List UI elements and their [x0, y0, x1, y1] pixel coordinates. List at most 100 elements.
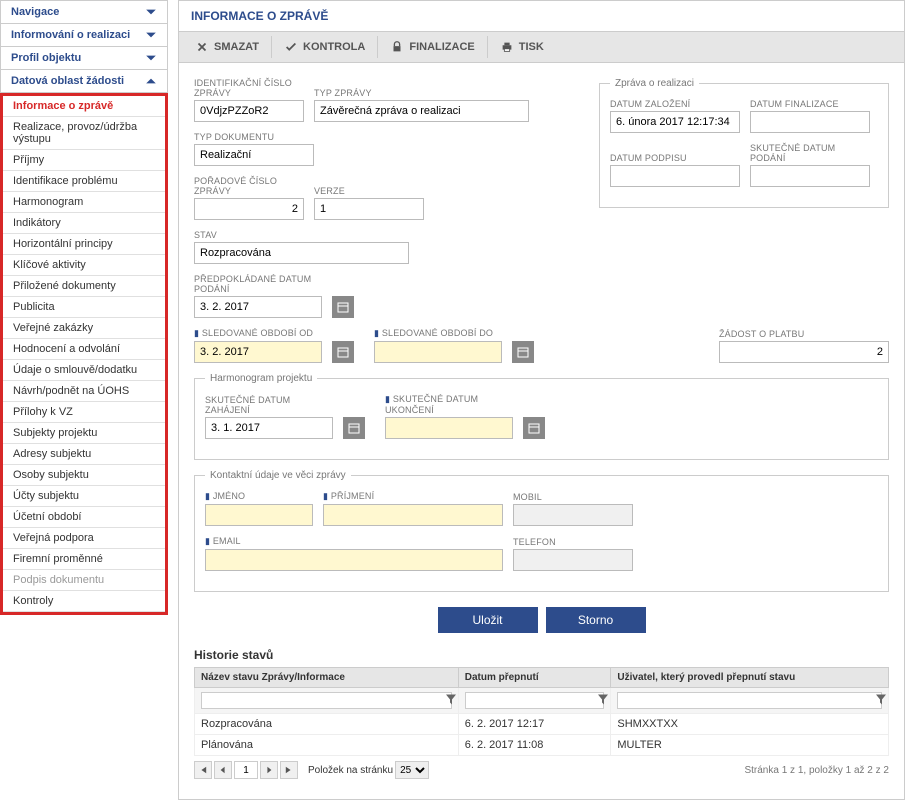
filter-uzivatel[interactable] [617, 692, 882, 709]
menu-prilozene-dokumenty[interactable]: Přiložené dokumenty [3, 276, 165, 297]
filter-icon[interactable] [876, 694, 886, 707]
id-label: IDENTIFIKAČNÍ ČÍSLO ZPRÁVY [194, 78, 304, 98]
pager-prev-button[interactable] [214, 761, 232, 779]
page-title: INFORMACE O ZPRÁVĚ [178, 0, 905, 31]
zalozeni-label: DATUM ZALOŽENÍ [610, 99, 740, 109]
predpokl-calendar-button[interactable] [332, 296, 354, 318]
chevron-down-icon [145, 6, 157, 18]
filter-datum[interactable] [465, 692, 605, 709]
zadost-platbu-label: ŽÁDOST O PLATBU [719, 329, 889, 339]
tisk-button[interactable]: TISK [488, 36, 556, 58]
zahajeni-label: SKUTEČNÉ DATUM ZAHÁJENÍ [205, 395, 333, 415]
pager-first-button[interactable] [194, 761, 212, 779]
finalizace-input[interactable] [750, 111, 870, 133]
prijmeni-input[interactable] [323, 504, 503, 526]
menu-horizontalni[interactable]: Horizontální principy [3, 234, 165, 255]
menu-subjekty[interactable]: Subjekty projektu [3, 423, 165, 444]
kontrola-button[interactable]: KONTROLA [272, 36, 378, 58]
ukonceni-input[interactable] [385, 417, 513, 439]
telefon-label: TELEFON [513, 537, 633, 547]
finalizace-label: DATUM FINALIZACE [750, 99, 870, 109]
smazat-button[interactable]: SMAZAT [183, 36, 272, 58]
chevron-down-icon [145, 52, 157, 64]
predpokl-input[interactable] [194, 296, 322, 318]
nav-section-label: Profil objektu [11, 52, 81, 64]
nav-section-datova[interactable]: Datová oblast žádosti [0, 70, 168, 93]
nav-section-navigace[interactable]: Navigace [0, 0, 168, 24]
calendar-icon [517, 346, 529, 358]
skut-podani-label: SKUTEČNÉ DATUM PODÁNÍ [750, 143, 870, 163]
menu-indikatory[interactable]: Indikátory [3, 213, 165, 234]
kontakt-legend: Kontaktní údaje ve věci zprávy [205, 470, 351, 481]
menu-prijmy[interactable]: Příjmy [3, 150, 165, 171]
menu-osoby[interactable]: Osoby subjektu [3, 465, 165, 486]
menu-kontroly[interactable]: Kontroly [3, 591, 165, 612]
telefon-input[interactable] [513, 549, 633, 571]
pager-page-input[interactable] [234, 761, 258, 779]
menu-firemni-promenne[interactable]: Firemní proměnné [3, 549, 165, 570]
id-input[interactable] [194, 100, 304, 122]
stav-input[interactable] [194, 242, 409, 264]
table-row[interactable]: Plánována 6. 2. 2017 11:08 MULTER [195, 735, 889, 756]
nav-section-informovani[interactable]: Informování o realizaci [0, 24, 168, 47]
menu-harmonogram[interactable]: Harmonogram [3, 192, 165, 213]
ukonceni-calendar-button[interactable] [523, 417, 545, 439]
zadost-platbu-input[interactable] [719, 341, 889, 363]
stav-label: STAV [194, 230, 409, 240]
col-nazev[interactable]: Název stavu Zprávy/Informace [195, 668, 459, 688]
menu-prilohy-vz[interactable]: Přílohy k VZ [3, 402, 165, 423]
verze-input[interactable] [314, 198, 424, 220]
menu-verejne-zakazky[interactable]: Veřejné zakázky [3, 318, 165, 339]
zahajeni-input[interactable] [205, 417, 333, 439]
save-button[interactable]: Uložit [438, 607, 538, 633]
typ-dok-input[interactable] [194, 144, 314, 166]
harmonogram-box: Harmonogram projektu SKUTEČNÉ DATUM ZAHÁ… [194, 373, 889, 460]
filter-nazev[interactable] [201, 692, 452, 709]
menu-hodnoceni[interactable]: Hodnocení a odvolání [3, 339, 165, 360]
col-uzivatel[interactable]: Uživatel, který provedl přepnutí stavu [611, 668, 889, 688]
jmeno-input[interactable] [205, 504, 313, 526]
menu-ucty[interactable]: Účty subjektu [3, 486, 165, 507]
menu-adresy[interactable]: Adresy subjektu [3, 444, 165, 465]
menu-ucetni-obdobi[interactable]: Účetní období [3, 507, 165, 528]
menu-publicita[interactable]: Publicita [3, 297, 165, 318]
menu-klicove-aktivity[interactable]: Klíčové aktivity [3, 255, 165, 276]
sled-od-calendar-button[interactable] [332, 341, 354, 363]
zalozeni-input[interactable] [610, 111, 740, 133]
email-input[interactable] [205, 549, 503, 571]
calendar-icon [528, 422, 540, 434]
menu-uohs[interactable]: Návrh/podnět na ÚOHS [3, 381, 165, 402]
sled-od-input[interactable] [194, 341, 322, 363]
menu-informace-o-zprave[interactable]: Informace o zprávě [3, 96, 165, 117]
zahajeni-calendar-button[interactable] [343, 417, 365, 439]
calendar-icon [337, 346, 349, 358]
per-page-select[interactable]: 25 [395, 761, 429, 779]
skut-podani-input[interactable] [750, 165, 870, 187]
cancel-button[interactable]: Storno [546, 607, 646, 633]
pager-last-button[interactable] [280, 761, 298, 779]
finalizace-button[interactable]: FINALIZACE [378, 36, 487, 58]
menu-verejna-podpora[interactable]: Veřejná podpora [3, 528, 165, 549]
email-label: ▮ EMAIL [205, 536, 503, 547]
mobil-input[interactable] [513, 504, 633, 526]
filter-icon[interactable] [446, 694, 456, 707]
delete-icon [195, 40, 209, 54]
sled-do-input[interactable] [374, 341, 502, 363]
pager-next-button[interactable] [260, 761, 278, 779]
sled-do-calendar-button[interactable] [512, 341, 534, 363]
typ-zpravy-input[interactable] [314, 100, 529, 122]
menu-realizace[interactable]: Realizace, provoz/údržba výstupu [3, 117, 165, 150]
filter-icon[interactable] [598, 694, 608, 707]
table-row[interactable]: Rozpracována 6. 2. 2017 12:17 SHMXXTXX [195, 714, 889, 735]
pager-summary: Stránka 1 z 1, položky 1 až 2 z 2 [744, 765, 889, 776]
menu-smlouva[interactable]: Údaje o smlouvě/dodatku [3, 360, 165, 381]
menu-podpis-dokumentu[interactable]: Podpis dokumentu [3, 570, 165, 591]
nav-section-profil[interactable]: Profil objektu [0, 47, 168, 70]
menu-identifikace-problemu[interactable]: Identifikace problému [3, 171, 165, 192]
col-datum[interactable]: Datum přepnutí [458, 668, 611, 688]
verze-label: VERZE [314, 186, 424, 196]
poradove-input[interactable] [194, 198, 304, 220]
podpis-input[interactable] [610, 165, 740, 187]
history-title: Historie stavů [194, 648, 889, 662]
chevron-up-icon [145, 75, 157, 87]
